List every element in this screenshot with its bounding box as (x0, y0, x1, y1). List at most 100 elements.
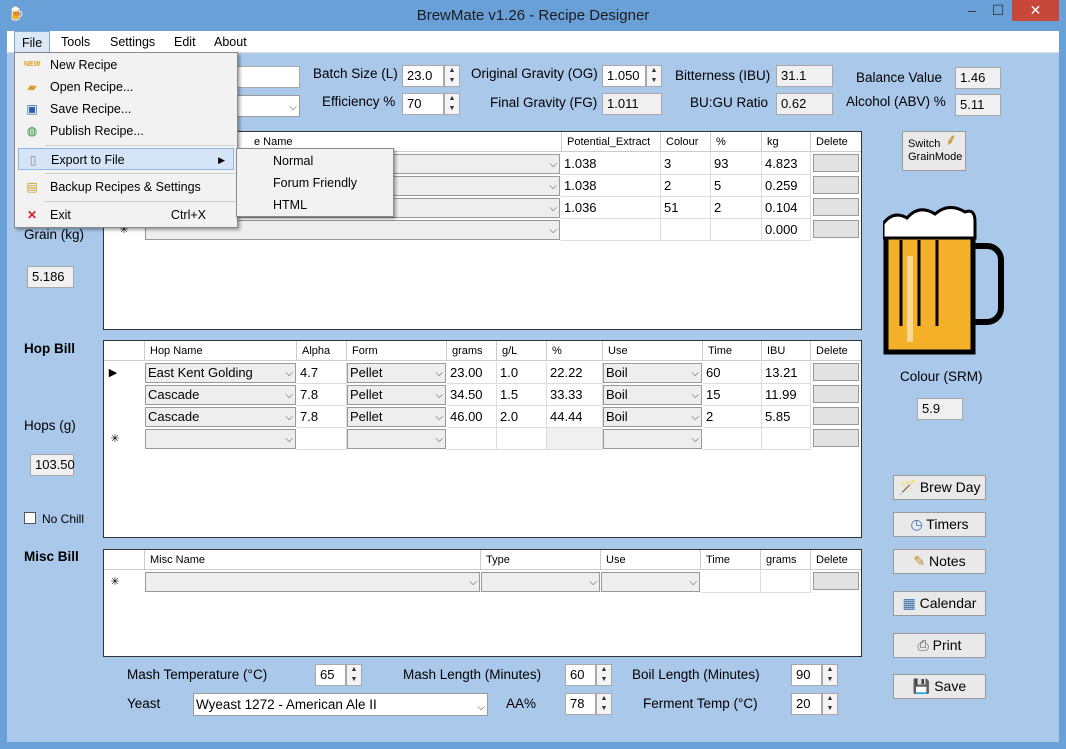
menu-item-export-normal[interactable]: Normal (240, 150, 390, 172)
hop-time-cell[interactable]: 2 (703, 406, 762, 428)
hop-name-combo[interactable]: ⌵ (145, 429, 296, 449)
close-button[interactable]: ✕ (1012, 0, 1059, 21)
menu-item-export[interactable]: ▯ Export to File ▶ (18, 148, 234, 170)
grain-colour-cell[interactable]: 2 (661, 175, 711, 197)
hop-form-combo[interactable]: Pellet ⌵ (347, 407, 446, 427)
grain-colour-cell[interactable]: 51 (661, 197, 711, 219)
menu-item-publish-recipe[interactable]: ◍ Publish Recipe... (18, 120, 234, 142)
hop-alpha-cell[interactable] (297, 428, 347, 450)
hop-form-combo[interactable]: ⌵ (347, 429, 446, 449)
hop-delete-button[interactable] (813, 429, 859, 447)
hop-pct-cell[interactable]: 33.33 (547, 384, 603, 406)
menu-item-backup[interactable]: ▤ Backup Recipes & Settings (18, 176, 234, 198)
hop-form-combo[interactable]: Pellet ⌵ (347, 385, 446, 405)
misc-delete-button[interactable] (813, 572, 859, 590)
menu-tools[interactable]: Tools (54, 31, 97, 53)
hop-delete-button[interactable] (813, 363, 859, 381)
batch-size-field[interactable]: 23.0 (402, 65, 444, 87)
boil-length-field[interactable]: 90 (791, 664, 822, 686)
menu-file[interactable]: File (14, 31, 51, 53)
misc-name-combo[interactable]: ⌵ (145, 572, 480, 592)
grain-extract-cell[interactable] (561, 219, 661, 241)
hop-pct-cell[interactable]: 44.44 (547, 406, 603, 428)
aa-stepper[interactable]: ▲ ▼ (596, 693, 612, 715)
minimize-button[interactable]: – (959, 0, 985, 21)
menu-item-save-recipe[interactable]: ▣ Save Recipe... (18, 98, 234, 120)
misc-time-cell[interactable] (701, 571, 761, 593)
menu-item-export-html[interactable]: HTML (240, 194, 390, 216)
menu-settings[interactable]: Settings (103, 31, 162, 53)
grain-extract-cell[interactable]: 1.036 (561, 197, 661, 219)
grain-kg-cell[interactable]: 0.104 (762, 197, 811, 219)
batch-size-stepper[interactable]: ▲ ▼ (444, 65, 460, 87)
hop-grams-cell[interactable]: 46.00 (447, 406, 497, 428)
efficiency-stepper[interactable]: ▲ ▼ (444, 93, 460, 115)
menu-about[interactable]: About (207, 31, 254, 53)
ferment-temp-stepper[interactable]: ▲ ▼ (822, 693, 838, 715)
hop-gl-cell[interactable]: 1.5 (497, 384, 547, 406)
misc-type-combo[interactable]: ⌵ (481, 572, 600, 592)
hop-alpha-cell[interactable]: 4.7 (297, 362, 347, 384)
hop-ibu-cell[interactable]: 5.85 (762, 406, 811, 428)
timers-button[interactable]: ◷ Timers (893, 512, 986, 537)
mash-temp-field[interactable]: 65 (315, 664, 346, 686)
hop-alpha-cell[interactable]: 7.8 (297, 384, 347, 406)
hop-row[interactable]: ▶ East Kent Golding ⌵ 4.7 Pellet ⌵ 23.00 1… (104, 362, 861, 384)
save-button[interactable]: 💾 Save (893, 674, 986, 699)
misc-grams-cell[interactable] (761, 571, 811, 593)
hop-time-cell[interactable]: 60 (703, 362, 762, 384)
mash-temp-stepper[interactable]: ▲ ▼ (346, 664, 362, 686)
og-stepper[interactable]: ▲ ▼ (646, 65, 662, 87)
grain-pct-cell[interactable] (711, 219, 762, 241)
hop-name-combo[interactable]: East Kent Golding ⌵ (145, 363, 296, 383)
grain-delete-button[interactable] (813, 154, 859, 172)
hop-use-combo[interactable]: Boil ⌵ (603, 363, 702, 383)
maximize-button[interactable]: ☐ (985, 0, 1011, 21)
hop-new-row[interactable]: ✳ ⌵ ⌵ ⌵ (104, 428, 861, 450)
grain-delete-button[interactable] (813, 176, 859, 194)
hop-ibu-cell[interactable] (762, 428, 811, 450)
misc-use-combo[interactable]: ⌵ (601, 572, 700, 592)
grain-colour-cell[interactable] (661, 219, 711, 241)
hop-gl-cell[interactable]: 2.0 (497, 406, 547, 428)
grain-colour-cell[interactable]: 3 (661, 153, 711, 175)
grain-extract-cell[interactable]: 1.038 (561, 175, 661, 197)
hop-ibu-cell[interactable]: 11.99 (762, 384, 811, 406)
grain-kg-cell[interactable]: 0.000 (762, 219, 811, 241)
og-field[interactable]: 1.050 (602, 65, 646, 87)
notes-button[interactable]: ✎ Notes (893, 549, 986, 574)
hop-name-combo[interactable]: Cascade ⌵ (145, 407, 296, 427)
hop-grams-cell[interactable] (447, 428, 497, 450)
grain-pct-cell[interactable]: 2 (711, 197, 762, 219)
print-button[interactable]: ⎙ Print (893, 633, 986, 658)
hop-use-combo[interactable]: ⌵ (603, 429, 702, 449)
switch-grainmode-button[interactable]: Switch GrainMode ⸙ (902, 131, 966, 171)
hop-time-cell[interactable] (703, 428, 762, 450)
hop-ibu-cell[interactable]: 13.21 (762, 362, 811, 384)
recipe-name-field[interactable] (235, 66, 300, 88)
menu-item-open-recipe[interactable]: ▰ Open Recipe... (18, 76, 234, 98)
menu-item-export-forum[interactable]: Forum Friendly (240, 172, 390, 194)
boil-length-stepper[interactable]: ▲ ▼ (822, 664, 838, 686)
grain-delete-button[interactable] (813, 220, 859, 238)
hop-delete-button[interactable] (813, 407, 859, 425)
no-chill-checkbox[interactable] (24, 512, 36, 524)
hop-gl-cell[interactable] (497, 428, 547, 450)
style-combo[interactable]: ⌵ (235, 95, 300, 117)
hop-use-combo[interactable]: Boil ⌵ (603, 407, 702, 427)
hop-gl-cell[interactable]: 1.0 (497, 362, 547, 384)
aa-field[interactable]: 78 (565, 693, 596, 715)
hop-row[interactable]: Cascade ⌵ 7.8 Pellet ⌵ 46.00 2.0 44.44 Boi… (104, 406, 861, 428)
grain-extract-cell[interactable]: 1.038 (561, 153, 661, 175)
hop-name-combo[interactable]: Cascade ⌵ (145, 385, 296, 405)
brew-day-button[interactable]: 🪄 Brew Day (893, 475, 986, 500)
mash-length-field[interactable]: 60 (565, 664, 596, 686)
yeast-combo[interactable]: Wyeast 1272 - American Ale II ⌵ (193, 693, 488, 716)
hop-pct-cell[interactable]: 22.22 (547, 362, 603, 384)
misc-new-row[interactable]: ✳ ⌵ ⌵ ⌵ (104, 571, 861, 593)
mash-length-stepper[interactable]: ▲ ▼ (596, 664, 612, 686)
menu-item-new-recipe[interactable]: NEW New Recipe (18, 54, 234, 76)
hop-form-combo[interactable]: Pellet ⌵ (347, 363, 446, 383)
calendar-button[interactable]: ▦ Calendar (893, 591, 986, 616)
menu-item-exit[interactable]: ✕ Exit Ctrl+X (18, 204, 234, 226)
